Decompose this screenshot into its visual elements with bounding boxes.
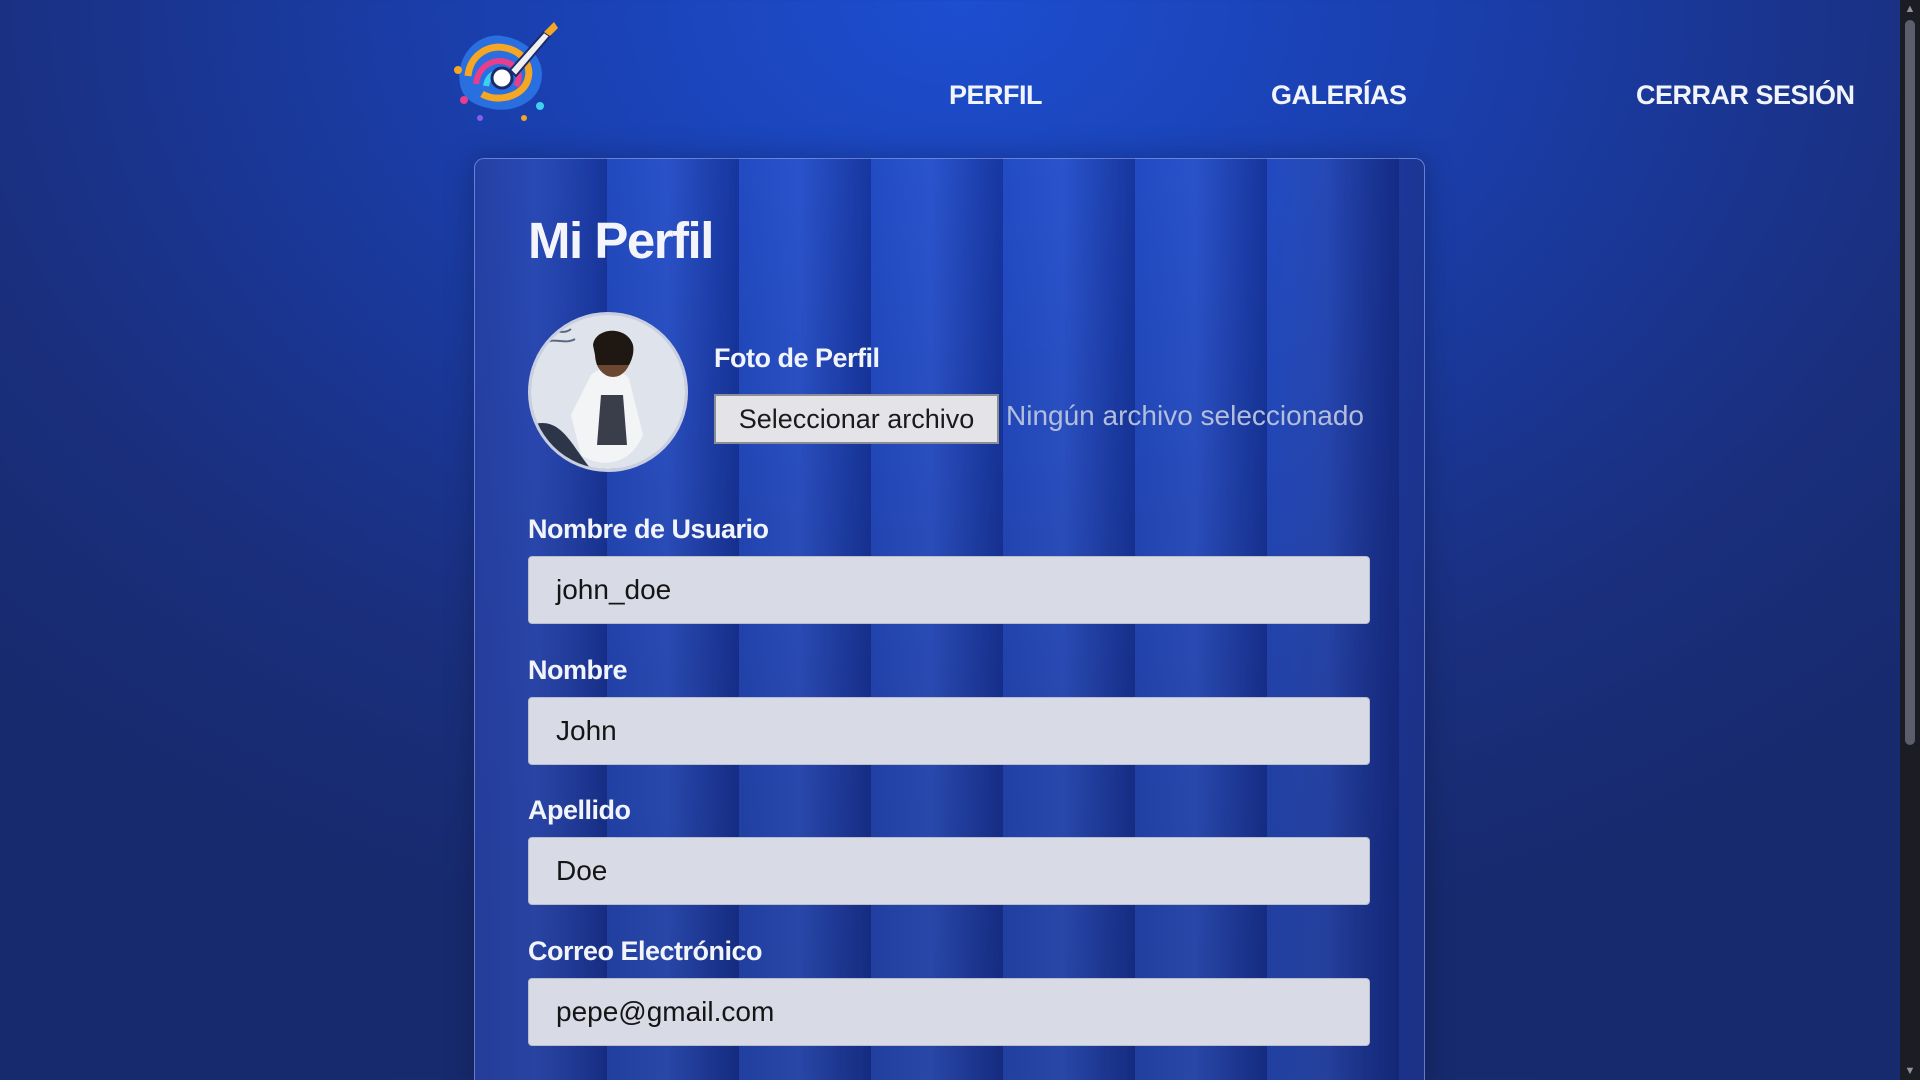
first-name-input[interactable]: John [528, 697, 1370, 765]
page-scrollbar[interactable]: ▲ ▼ [1900, 0, 1920, 1080]
username-label: Nombre de Usuario [528, 514, 769, 544]
album-cover-avatar-icon [531, 315, 685, 469]
app-logo[interactable] [440, 14, 570, 130]
nav-logout-link[interactable]: CERRAR SESIÓN [1636, 80, 1855, 111]
file-status-text: Ningún archivo seleccionado [1006, 400, 1364, 431]
last-name-input[interactable]: Doe [528, 837, 1370, 905]
scroll-down-icon[interactable]: ▼ [1900, 1062, 1920, 1080]
first-name-label: Nombre [528, 655, 628, 685]
avatar [528, 312, 688, 472]
nav-perfil-link[interactable]: PERFIL [949, 80, 1043, 111]
profile-card: Mi Perfil Foto de Perfil Seleccionar arc… [474, 158, 1425, 1080]
email-input[interactable]: pepe@gmail.com [528, 978, 1370, 1046]
nav-galerias-link[interactable]: GALERÍAS [1271, 80, 1407, 111]
page-title: Mi Perfil [528, 212, 714, 269]
palette-brush-logo-icon [454, 22, 558, 121]
scroll-up-icon[interactable]: ▲ [1900, 0, 1920, 18]
select-file-button[interactable]: Seleccionar archivo [714, 394, 999, 444]
photo-label: Foto de Perfil [714, 343, 880, 373]
scroll-thumb[interactable] [1905, 20, 1915, 745]
email-label: Correo Electrónico [528, 936, 763, 966]
last-name-label: Apellido [528, 795, 631, 825]
username-input[interactable]: john_doe [528, 556, 1370, 624]
